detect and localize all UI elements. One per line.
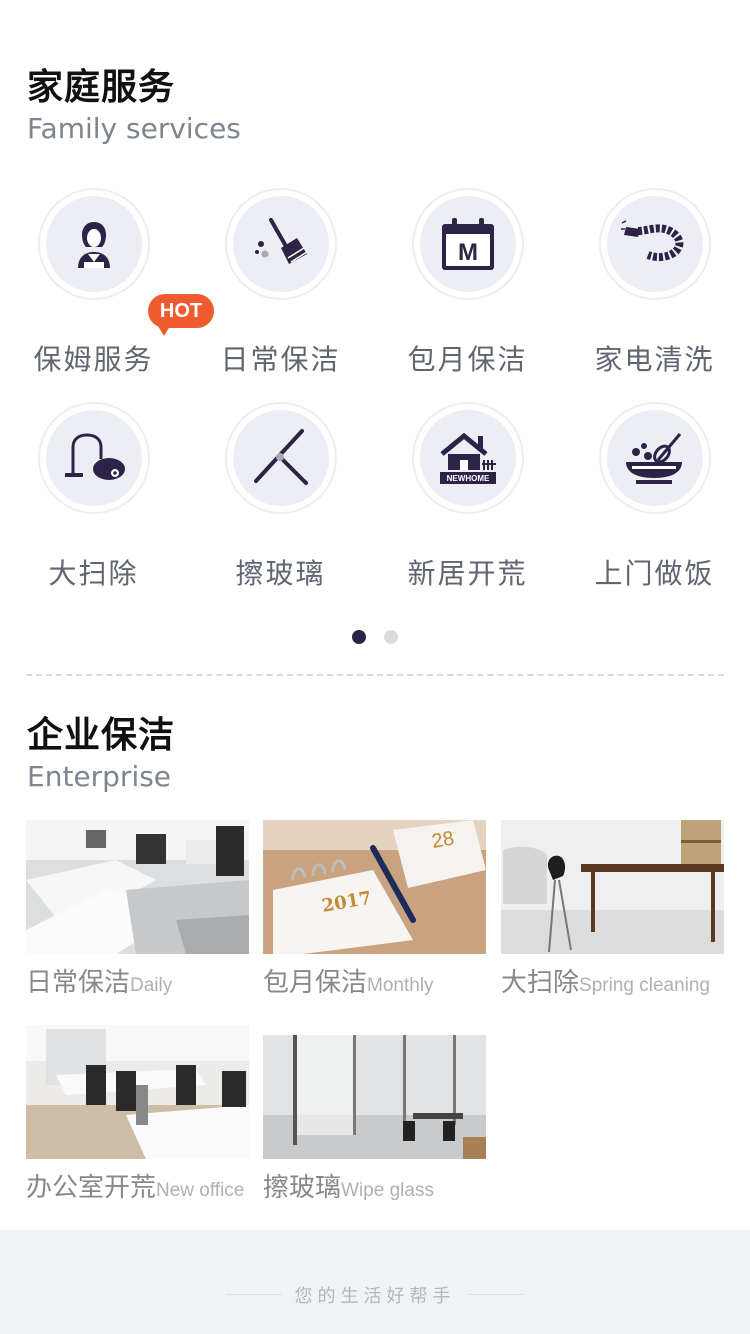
enterprise-subtitle: Enterprise	[27, 760, 172, 793]
service-spring-cleaning[interactable]: 大扫除	[0, 402, 187, 602]
service-label: 包月保洁	[407, 343, 528, 376]
service-appliance-cleaning[interactable]: 家电清洗	[561, 188, 748, 388]
new-home-text: NEWHOME	[447, 474, 490, 483]
squeegee-icon	[254, 429, 308, 485]
family-services-title: 家庭服务	[27, 67, 176, 108]
page-dot[interactable]	[384, 630, 398, 644]
enterprise-card-label: 大扫除	[501, 968, 580, 998]
office-chair-table-image	[501, 820, 724, 954]
enterprise-card-wipe-glass[interactable]: 擦玻璃Wipe glass	[263, 1025, 486, 1202]
office-desks-image	[26, 820, 249, 954]
calendar-letter: M	[458, 239, 478, 266]
footer: 您的生活好帮手	[0, 1230, 750, 1334]
footer-divider-right	[468, 1294, 524, 1295]
enterprise-card-new-office[interactable]: 办公室开荒New office	[26, 1025, 249, 1202]
service-daily-cleaning[interactable]: 日常保洁	[187, 188, 374, 388]
service-label: 擦玻璃	[235, 557, 326, 590]
service-monthly-cleaning[interactable]: M 包月保洁	[374, 188, 561, 388]
section-divider	[26, 674, 724, 676]
enterprise-card-label: 包月保洁	[263, 968, 368, 998]
enterprise-card-label-en: Daily	[130, 975, 173, 996]
desk-calendar-image: 2017 28	[263, 820, 486, 954]
cooking-bowl-icon	[626, 433, 682, 484]
service-label: 上门做饭	[594, 557, 715, 590]
hose-icon	[621, 220, 684, 262]
enterprise-title: 企业保洁	[27, 715, 176, 756]
enterprise-card-label: 擦玻璃	[263, 1173, 342, 1203]
enterprise-card-label: 办公室开荒	[26, 1173, 157, 1203]
service-label: 新居开荒	[407, 557, 528, 590]
enterprise-card-label-en: New office	[156, 1180, 245, 1201]
service-label: 大扫除	[48, 557, 139, 590]
nanny-icon	[78, 222, 110, 268]
glass-office-image	[263, 1025, 486, 1159]
new-home-icon: NEWHOME	[440, 432, 496, 484]
family-services-subtitle: Family services	[27, 112, 241, 145]
service-new-home[interactable]: NEWHOME 新居开荒	[374, 402, 561, 602]
vacuum-icon	[65, 433, 125, 480]
footer-slogan: 您的生活好帮手	[294, 1286, 456, 1307]
page-dot-active[interactable]	[352, 630, 366, 644]
service-label: 日常保洁	[220, 343, 341, 376]
enterprise-card-spring-cleaning[interactable]: 大扫除Spring cleaning	[501, 820, 724, 997]
service-window-cleaning[interactable]: 擦玻璃	[187, 402, 374, 602]
office-room-image	[26, 1025, 249, 1159]
service-home-cooking[interactable]: 上门做饭	[561, 402, 748, 602]
service-label: 保姆服务	[33, 343, 154, 376]
service-label: 家电清洗	[594, 343, 715, 376]
enterprise-card-label-en: Wipe glass	[341, 1180, 434, 1201]
broom-icon	[255, 218, 308, 264]
enterprise-card-label-en: Spring cleaning	[579, 975, 710, 996]
enterprise-card-daily[interactable]: 日常保洁Daily	[26, 820, 249, 997]
calendar-day: 28	[430, 827, 456, 853]
enterprise-card-monthly[interactable]: 2017 28 包月保洁Monthly	[263, 820, 486, 997]
service-nanny[interactable]: 保姆服务	[0, 188, 187, 388]
calendar-icon: M	[442, 218, 494, 270]
hot-badge: HOT	[148, 294, 214, 336]
enterprise-card-label-en: Monthly	[367, 975, 434, 996]
enterprise-card-label: 日常保洁	[26, 968, 131, 998]
